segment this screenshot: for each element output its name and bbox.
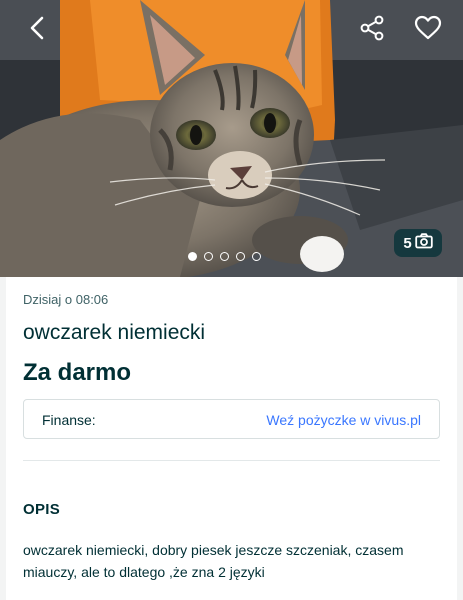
description-heading: OPIS [23,501,61,518]
camera-icon [414,233,433,253]
description-text: owczarek niemiecki, dobry piesek jeszcze… [23,542,404,580]
finance-label: Finanse: [42,412,96,428]
finance-banner[interactable]: Finanse: Weź pożyczke w vivus.pl [23,399,440,439]
listing-details: Dzisiaj o 08:06 owczarek niemiecki Za da… [6,277,457,600]
back-button[interactable] [20,12,56,48]
finance-link[interactable]: Weź pożyczke w vivus.pl [266,412,421,428]
chevron-left-icon [28,16,48,45]
gallery-dot-1[interactable] [188,251,197,261]
listing-title: owczarek niemiecki [23,321,206,344]
gallery-dot-3[interactable] [220,251,229,261]
posted-date: Dzisiaj o 08:06 [23,292,109,307]
gallery-dot-4[interactable] [236,251,245,261]
listing-photo[interactable]: 5 [0,0,463,277]
listing-price: Za darmo [23,359,132,386]
gallery-dot-2[interactable] [204,251,213,261]
favorite-button[interactable] [410,12,446,48]
section-divider [23,460,440,461]
gallery-dot-5[interactable] [252,251,261,261]
share-icon [359,15,385,46]
photo-count-value: 5 [403,234,412,252]
photo-count-badge[interactable]: 5 [394,229,442,257]
share-button[interactable] [354,12,390,48]
gallery-pagination [188,250,261,262]
heart-icon [414,15,442,46]
